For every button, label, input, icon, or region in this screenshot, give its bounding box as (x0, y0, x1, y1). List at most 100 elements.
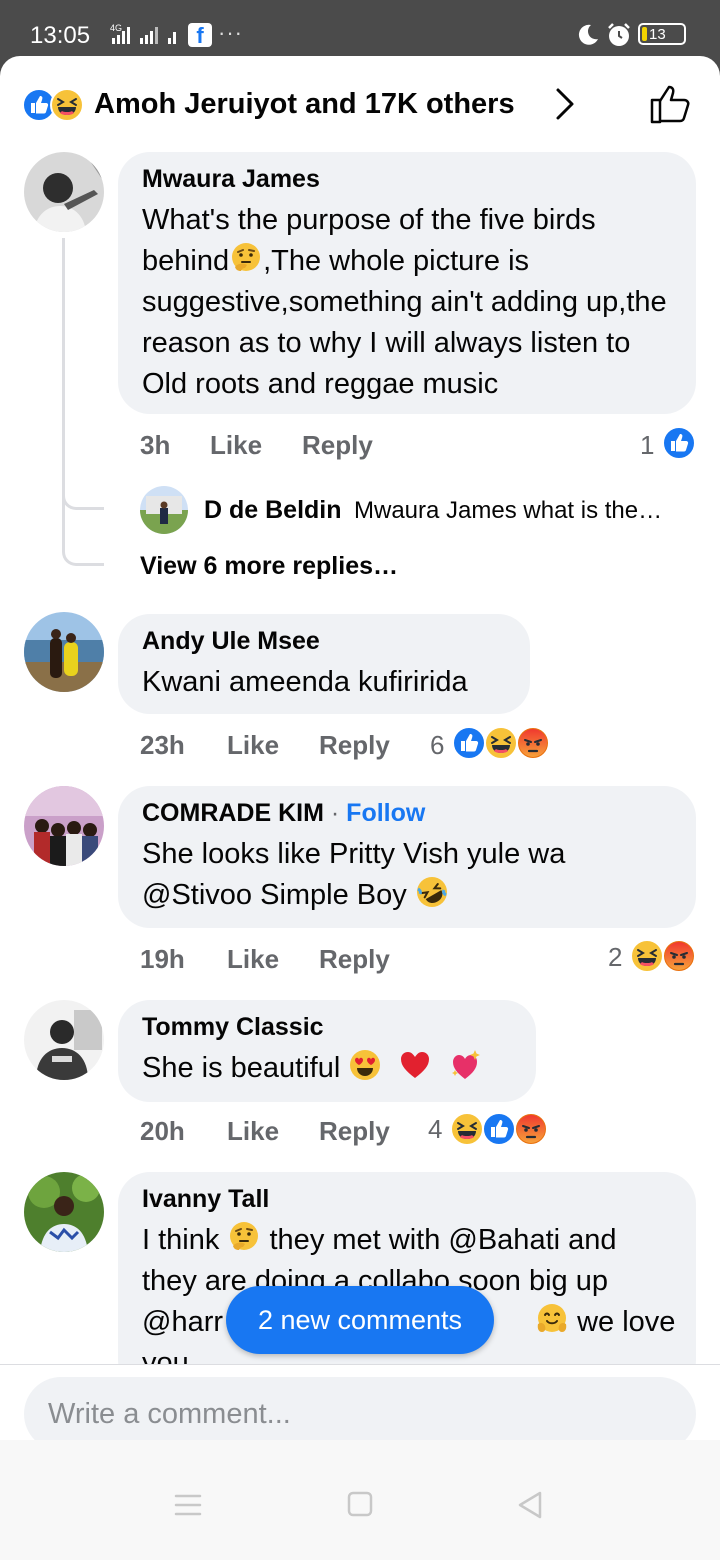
comment-bubble[interactable]: Tommy Classic She is beautiful (118, 1000, 536, 1102)
like-button[interactable]: Like (227, 730, 279, 761)
reply-author[interactable]: D de Beldin (204, 496, 342, 525)
reply-button[interactable]: Reply (302, 430, 373, 461)
comment-text-part: we love (577, 1306, 676, 1338)
comments-sheet: Amoh Jeruiyot and 17K others Mwaura Jame… (0, 56, 720, 1560)
new-comments-button[interactable]: 2 new comments (226, 1286, 494, 1354)
reaction-summary-text[interactable]: Amoh Jeruiyot and 17K others (94, 88, 515, 121)
thread-connector (62, 510, 104, 566)
haha-reaction-icon (484, 726, 518, 760)
comment-time: 3h (140, 430, 171, 460)
dnd-moon-icon (578, 24, 598, 45)
comment-bubble[interactable]: Ivanny Tall I think they met with @Bahat… (118, 1172, 696, 1392)
red-heart-emoji-icon (398, 1048, 432, 1082)
comment-author[interactable]: Mwaura James (142, 164, 672, 194)
separator-dot: · (330, 799, 347, 827)
comment-text: Kwani ameenda kufiririda (142, 666, 468, 698)
comment-bubble[interactable]: Mwaura James What's the purpose of the f… (118, 152, 696, 414)
reply-button[interactable]: Reply (319, 944, 390, 975)
thread-line (62, 238, 65, 510)
comment-reactions[interactable] (662, 426, 696, 460)
comment-text-part: I think (142, 1224, 220, 1256)
reply-snippet: Mwaura James what is the… (354, 497, 663, 524)
signal-icon: 4G (110, 23, 176, 44)
view-more-replies-link[interactable]: View 6 more replies… (140, 552, 398, 581)
comment-text-part: She looks like Pritty Vish yule wa @Stiv… (142, 838, 566, 911)
angry-reaction-icon (516, 726, 550, 760)
comment-text: She looks like Pritty Vish yule wa @Stiv… (142, 834, 642, 916)
avatar[interactable] (24, 152, 104, 232)
more-notifications-icon: ··· (218, 20, 243, 45)
back-nav-icon[interactable] (510, 1488, 550, 1522)
haha-reaction-icon (450, 1112, 484, 1146)
battery-level: 13 (649, 26, 666, 43)
comment-author[interactable]: COMRADE KIM (142, 799, 324, 827)
reaction-summary-header[interactable]: Amoh Jeruiyot and 17K others (20, 82, 700, 126)
avatar[interactable] (24, 612, 104, 692)
like-reaction-icon (662, 426, 696, 460)
comment-text-part: they met with @Bahati and (269, 1224, 617, 1256)
avatar[interactable] (24, 1000, 104, 1080)
thread-connector (62, 476, 104, 510)
comment-bubble[interactable]: Andy Ule Msee Kwani ameenda kufiririda (118, 614, 530, 714)
home-nav-icon[interactable] (340, 1488, 380, 1522)
comment-time: 23h (140, 730, 185, 760)
comment-actions: 20h Like Reply (140, 1116, 420, 1148)
status-right-icons: 13 (576, 20, 696, 50)
like-button[interactable]: Like (227, 1116, 279, 1147)
reply-button[interactable]: Reply (319, 730, 390, 761)
comment-author[interactable]: Andy Ule Msee (142, 626, 506, 656)
rofl-emoji-icon (415, 875, 449, 909)
thinking-emoji-icon (227, 1220, 261, 1254)
haha-reaction-icon (630, 939, 664, 973)
comment-time: 20h (140, 1116, 185, 1146)
like-reaction-icon (452, 726, 486, 760)
comment-text: She is beautiful (142, 1048, 512, 1089)
comment-author[interactable]: Tommy Classic (142, 1012, 512, 1042)
thinking-emoji-icon (229, 241, 263, 275)
comment-text-part: She is beautiful (142, 1052, 341, 1084)
avatar-image (140, 486, 188, 534)
avatar[interactable] (140, 486, 188, 534)
comment-actions: 23h Like Reply (140, 730, 420, 762)
comment-reactions[interactable] (630, 939, 698, 973)
reply-button[interactable]: Reply (319, 1116, 390, 1147)
reaction-count[interactable]: 1 (640, 430, 654, 461)
comment-actions: 19h Like Reply (140, 944, 420, 976)
avatar-image (24, 1000, 104, 1080)
avatar[interactable] (24, 786, 104, 866)
comment-actions: 3h Like Reply (140, 430, 440, 462)
battery-icon: 13 (638, 23, 686, 45)
like-button[interactable]: Like (210, 430, 262, 461)
status-bar: 13:05 4G f ··· 13 (0, 0, 720, 60)
comment-reactions[interactable] (452, 726, 552, 760)
system-nav-bar (0, 1440, 720, 1560)
reaction-count[interactable]: 6 (430, 730, 444, 761)
reaction-count[interactable]: 2 (608, 942, 622, 973)
avatar[interactable] (24, 1172, 104, 1252)
status-time: 13:05 (30, 22, 91, 49)
follow-button[interactable]: Follow (346, 799, 425, 827)
angry-reaction-icon (662, 939, 696, 973)
heart-eyes-emoji-icon (348, 1048, 382, 1082)
angry-reaction-icon (514, 1112, 548, 1146)
thumbs-up-outline-icon[interactable] (648, 82, 694, 126)
comment-bubble[interactable]: COMRADE KIM · Follow She looks like Prit… (118, 786, 696, 928)
like-button[interactable]: Like (227, 944, 279, 975)
sparkling-heart-emoji-icon (449, 1048, 483, 1082)
network-type-label: 4G (110, 23, 122, 33)
avatar-image (24, 612, 104, 692)
like-reaction-icon (482, 1112, 516, 1146)
reply-preview[interactable]: D de Beldin Mwaura James what is the… (140, 486, 700, 536)
avatar-image (24, 152, 104, 232)
hug-emoji-icon (535, 1302, 569, 1336)
avatar-image (24, 786, 104, 866)
comment-text: What's the purpose of the five birds beh… (142, 200, 682, 405)
comment-author-row: COMRADE KIM · Follow (142, 798, 672, 828)
reaction-count[interactable]: 4 (428, 1114, 442, 1145)
menu-nav-icon[interactable] (168, 1488, 208, 1522)
chevron-right-icon[interactable] (550, 84, 580, 124)
facebook-notification-icon: f (188, 23, 212, 48)
comment-reactions[interactable] (450, 1112, 550, 1146)
avatar-image (24, 1172, 104, 1252)
comment-author[interactable]: Ivanny Tall (142, 1184, 672, 1214)
